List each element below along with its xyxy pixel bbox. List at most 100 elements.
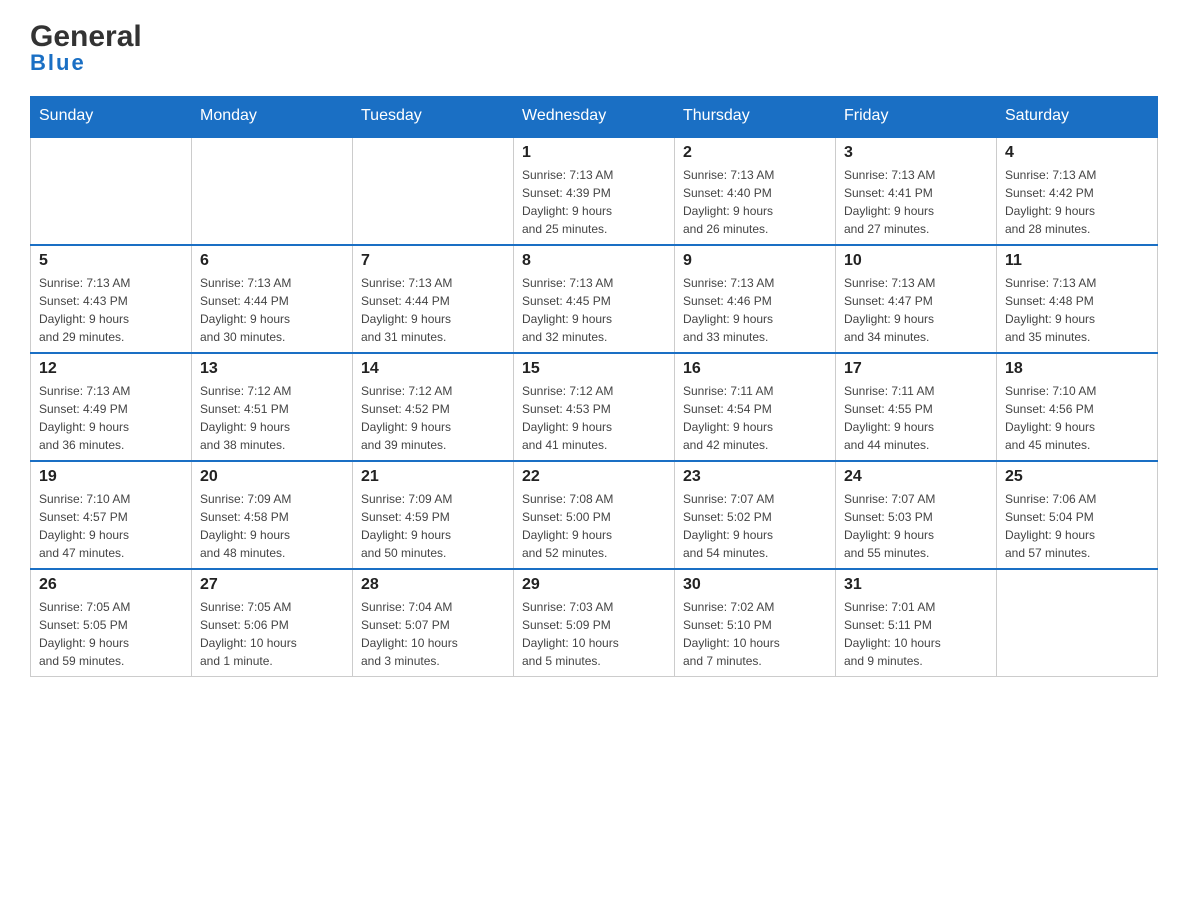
day-info: Sunrise: 7:13 AM Sunset: 4:46 PM Dayligh…: [683, 274, 827, 346]
day-header-saturday: Saturday: [997, 97, 1158, 137]
day-info: Sunrise: 7:13 AM Sunset: 4:43 PM Dayligh…: [39, 274, 183, 346]
day-info: Sunrise: 7:13 AM Sunset: 4:44 PM Dayligh…: [361, 274, 505, 346]
calendar-cell: 19 Sunrise: 7:10 AM Sunset: 4:57 PM Dayli…: [31, 461, 192, 569]
calendar-cell: 14 Sunrise: 7:12 AM Sunset: 4:52 PM Dayli…: [353, 353, 514, 461]
day-info: Sunrise: 7:11 AM Sunset: 4:54 PM Dayligh…: [683, 382, 827, 454]
logo-general-text: General: [30, 20, 142, 54]
calendar-cell: 25 Sunrise: 7:06 AM Sunset: 5:04 PM Dayli…: [997, 461, 1158, 569]
day-header-sunday: Sunday: [31, 97, 192, 137]
day-number: 10: [844, 252, 988, 270]
calendar-cell: 7Sunrise: 7:13 AM Sunset: 4:44 PM Daylig…: [353, 245, 514, 353]
day-header-wednesday: Wednesday: [514, 97, 675, 137]
calendar-cell: 1 Sunrise: 7:13 AM Sunset: 4:39 PM Daylig…: [514, 137, 675, 246]
calendar-cell: 27 Sunrise: 7:05 AM Sunset: 5:06 PM Dayli…: [192, 569, 353, 677]
day-number: 6: [200, 252, 344, 270]
day-info: Sunrise: 7:13 AM Sunset: 4:47 PM Dayligh…: [844, 274, 988, 346]
logo: General Blue: [30, 20, 142, 76]
day-info: Sunrise: 7:07 AM Sunset: 5:03 PM Dayligh…: [844, 490, 988, 562]
day-info: Sunrise: 7:13 AM Sunset: 4:39 PM Dayligh…: [522, 166, 666, 238]
day-info: Sunrise: 7:13 AM Sunset: 4:44 PM Dayligh…: [200, 274, 344, 346]
calendar-cell: 6 Sunrise: 7:13 AM Sunset: 4:44 PM Daylig…: [192, 245, 353, 353]
calendar-cell: 23Sunrise: 7:07 AM Sunset: 5:02 PM Dayli…: [675, 461, 836, 569]
day-number: 13: [200, 360, 344, 378]
calendar-week-row: 26 Sunrise: 7:05 AM Sunset: 5:05 PM Dayli…: [31, 569, 1158, 677]
day-info: Sunrise: 7:13 AM Sunset: 4:42 PM Dayligh…: [1005, 166, 1149, 238]
calendar-cell: [31, 137, 192, 246]
calendar-week-row: 12 Sunrise: 7:13 AM Sunset: 4:49 PM Dayli…: [31, 353, 1158, 461]
calendar-cell: [997, 569, 1158, 677]
calendar-header-row: SundayMondayTuesdayWednesdayThursdayFrid…: [31, 97, 1158, 137]
day-number: 17: [844, 360, 988, 378]
calendar-week-row: 1 Sunrise: 7:13 AM Sunset: 4:39 PM Daylig…: [31, 137, 1158, 246]
day-number: 22: [522, 468, 666, 486]
day-info: Sunrise: 7:05 AM Sunset: 5:05 PM Dayligh…: [39, 598, 183, 670]
calendar-cell: 10 Sunrise: 7:13 AM Sunset: 4:47 PM Dayli…: [836, 245, 997, 353]
calendar-week-row: 19 Sunrise: 7:10 AM Sunset: 4:57 PM Dayli…: [31, 461, 1158, 569]
day-header-friday: Friday: [836, 97, 997, 137]
calendar-cell: 16 Sunrise: 7:11 AM Sunset: 4:54 PM Dayli…: [675, 353, 836, 461]
day-info: Sunrise: 7:04 AM Sunset: 5:07 PM Dayligh…: [361, 598, 505, 670]
day-number: 3: [844, 144, 988, 162]
day-number: 28: [361, 576, 505, 594]
page-header: General Blue: [30, 20, 1158, 76]
day-info: Sunrise: 7:05 AM Sunset: 5:06 PM Dayligh…: [200, 598, 344, 670]
day-number: 27: [200, 576, 344, 594]
day-number: 20: [200, 468, 344, 486]
day-number: 25: [1005, 468, 1149, 486]
day-header-thursday: Thursday: [675, 97, 836, 137]
calendar-cell: 4 Sunrise: 7:13 AM Sunset: 4:42 PM Daylig…: [997, 137, 1158, 246]
day-number: 26: [39, 576, 183, 594]
calendar-cell: 2Sunrise: 7:13 AM Sunset: 4:40 PM Daylig…: [675, 137, 836, 246]
day-number: 29: [522, 576, 666, 594]
calendar-cell: 11 Sunrise: 7:13 AM Sunset: 4:48 PM Dayli…: [997, 245, 1158, 353]
calendar-cell: [353, 137, 514, 246]
day-number: 8: [522, 252, 666, 270]
day-number: 5: [39, 252, 183, 270]
day-info: Sunrise: 7:13 AM Sunset: 4:41 PM Dayligh…: [844, 166, 988, 238]
day-number: 16: [683, 360, 827, 378]
calendar-cell: 28 Sunrise: 7:04 AM Sunset: 5:07 PM Dayli…: [353, 569, 514, 677]
day-info: Sunrise: 7:06 AM Sunset: 5:04 PM Dayligh…: [1005, 490, 1149, 562]
calendar-cell: 15Sunrise: 7:12 AM Sunset: 4:53 PM Dayli…: [514, 353, 675, 461]
day-number: 24: [844, 468, 988, 486]
calendar-cell: 8Sunrise: 7:13 AM Sunset: 4:45 PM Daylig…: [514, 245, 675, 353]
day-number: 1: [522, 144, 666, 162]
calendar-cell: 29 Sunrise: 7:03 AM Sunset: 5:09 PM Dayli…: [514, 569, 675, 677]
day-number: 12: [39, 360, 183, 378]
day-info: Sunrise: 7:13 AM Sunset: 4:48 PM Dayligh…: [1005, 274, 1149, 346]
day-info: Sunrise: 7:13 AM Sunset: 4:49 PM Dayligh…: [39, 382, 183, 454]
day-info: Sunrise: 7:08 AM Sunset: 5:00 PM Dayligh…: [522, 490, 666, 562]
calendar-cell: 21 Sunrise: 7:09 AM Sunset: 4:59 PM Dayli…: [353, 461, 514, 569]
day-info: Sunrise: 7:11 AM Sunset: 4:55 PM Dayligh…: [844, 382, 988, 454]
day-info: Sunrise: 7:01 AM Sunset: 5:11 PM Dayligh…: [844, 598, 988, 670]
calendar-cell: 22 Sunrise: 7:08 AM Sunset: 5:00 PM Dayli…: [514, 461, 675, 569]
day-number: 4: [1005, 144, 1149, 162]
day-info: Sunrise: 7:12 AM Sunset: 4:53 PM Dayligh…: [522, 382, 666, 454]
day-number: 21: [361, 468, 505, 486]
calendar-cell: 12 Sunrise: 7:13 AM Sunset: 4:49 PM Dayli…: [31, 353, 192, 461]
calendar-cell: 18Sunrise: 7:10 AM Sunset: 4:56 PM Dayli…: [997, 353, 1158, 461]
day-info: Sunrise: 7:09 AM Sunset: 4:59 PM Dayligh…: [361, 490, 505, 562]
calendar-cell: 13 Sunrise: 7:12 AM Sunset: 4:51 PM Dayli…: [192, 353, 353, 461]
day-info: Sunrise: 7:09 AM Sunset: 4:58 PM Dayligh…: [200, 490, 344, 562]
calendar-cell: 5 Sunrise: 7:13 AM Sunset: 4:43 PM Daylig…: [31, 245, 192, 353]
day-number: 23: [683, 468, 827, 486]
calendar-cell: 31 Sunrise: 7:01 AM Sunset: 5:11 PM Dayli…: [836, 569, 997, 677]
day-info: Sunrise: 7:12 AM Sunset: 4:51 PM Dayligh…: [200, 382, 344, 454]
calendar-cell: 24 Sunrise: 7:07 AM Sunset: 5:03 PM Dayli…: [836, 461, 997, 569]
day-number: 19: [39, 468, 183, 486]
calendar-cell: 26 Sunrise: 7:05 AM Sunset: 5:05 PM Dayli…: [31, 569, 192, 677]
day-number: 14: [361, 360, 505, 378]
day-number: 18: [1005, 360, 1149, 378]
day-header-monday: Monday: [192, 97, 353, 137]
day-number: 11: [1005, 252, 1149, 270]
day-info: Sunrise: 7:13 AM Sunset: 4:40 PM Dayligh…: [683, 166, 827, 238]
calendar-week-row: 5 Sunrise: 7:13 AM Sunset: 4:43 PM Daylig…: [31, 245, 1158, 353]
day-info: Sunrise: 7:12 AM Sunset: 4:52 PM Dayligh…: [361, 382, 505, 454]
day-info: Sunrise: 7:10 AM Sunset: 4:57 PM Dayligh…: [39, 490, 183, 562]
day-info: Sunrise: 7:03 AM Sunset: 5:09 PM Dayligh…: [522, 598, 666, 670]
day-number: 31: [844, 576, 988, 594]
calendar-cell: 17 Sunrise: 7:11 AM Sunset: 4:55 PM Dayli…: [836, 353, 997, 461]
calendar-cell: [192, 137, 353, 246]
calendar-cell: 3 Sunrise: 7:13 AM Sunset: 4:41 PM Daylig…: [836, 137, 997, 246]
